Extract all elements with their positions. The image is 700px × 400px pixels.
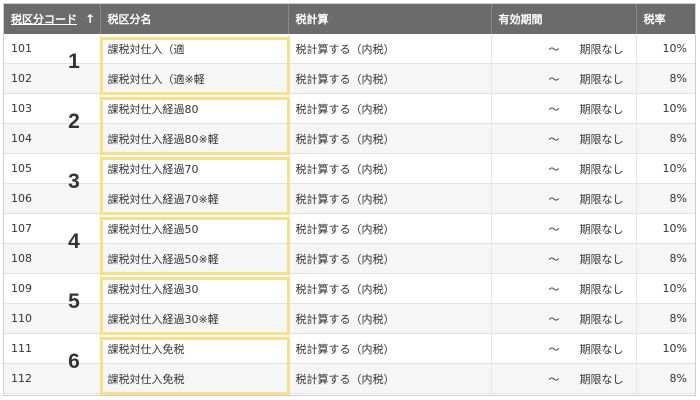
group-number-label: 4 xyxy=(68,230,80,253)
cell-tax-calc: 税計算する（内税） xyxy=(288,63,492,94)
period-end: 期限なし xyxy=(579,372,624,386)
cell-valid-period: ～ 期限なし xyxy=(491,243,637,274)
cell-tax-rate: 10% xyxy=(636,333,695,364)
cell-valid-period: ～ 期限なし xyxy=(491,363,637,394)
cell-valid-period: ～ 期限なし xyxy=(491,153,637,184)
cell-tax-rate: 8% xyxy=(636,63,695,94)
column-header-valid-period[interactable]: 有効期間 xyxy=(491,4,637,34)
cell-tax-name: 課税対仕入経過50※軽 xyxy=(100,243,289,274)
arrow-up-icon: ↑ xyxy=(85,12,96,26)
period-separator: ～ xyxy=(548,222,560,236)
cell-tax-calc: 税計算する（内税） xyxy=(288,213,492,244)
cell-tax-rate: 10% xyxy=(636,34,695,64)
table-row[interactable]: 110 課税対仕入経過30※軽 税計算する（内税）～期限なし 8% xyxy=(4,303,695,334)
cell-tax-name: 課税対仕入経過80※軽 xyxy=(100,123,289,154)
period-separator: ～ xyxy=(548,102,560,116)
cell-tax-rate: 8% xyxy=(636,183,695,214)
cell-valid-period: ～ 期限なし xyxy=(491,34,637,64)
period-end: 期限なし xyxy=(579,342,624,356)
cell-tax-name: 課税対仕入経過80 xyxy=(100,93,289,124)
period-separator: ～ xyxy=(548,312,560,326)
cell-tax-name: 課税対仕入経過70※軽 xyxy=(100,183,289,214)
period-separator: ～ xyxy=(548,42,560,56)
cell-tax-name: 課税対仕入経過30※軽 xyxy=(100,303,289,334)
period-end: 期限なし xyxy=(579,132,624,146)
cell-valid-period: ～ 期限なし xyxy=(491,63,637,94)
table-row[interactable]: 108 課税対仕入経過50※軽 税計算する（内税）～期限なし 8% xyxy=(4,243,695,274)
period-end: 期限なし xyxy=(579,102,624,116)
period-end: 期限なし xyxy=(579,162,624,176)
cell-tax-calc: 税計算する（内税） xyxy=(288,303,492,334)
cell-valid-period: ～ 期限なし xyxy=(491,303,637,334)
period-end: 期限なし xyxy=(579,192,624,206)
cell-valid-period: ～ 期限なし xyxy=(491,123,637,154)
cell-tax-rate: 10% xyxy=(636,213,695,244)
period-separator: ～ xyxy=(548,72,560,86)
table-row[interactable]: 107 課税対仕入経過50 税計算する（内税）～期限なし 10% xyxy=(4,213,695,244)
cell-tax-rate: 10% xyxy=(636,93,695,124)
cell-tax-calc: 税計算する（内税） xyxy=(288,153,492,184)
cell-tax-name: 課税対仕入経過70 xyxy=(100,153,289,184)
cell-tax-calc: 税計算する（内税） xyxy=(288,363,492,394)
table-row[interactable]: 106 課税対仕入経過70※軽 税計算する（内税）～期限なし 8% xyxy=(4,183,695,214)
table-row[interactable]: 104 課税対仕入経過80※軽 税計算する（内税）～期限なし 8% xyxy=(4,123,695,154)
period-end: 期限なし xyxy=(579,222,624,236)
cell-valid-period: ～ 期限なし xyxy=(491,183,637,214)
cell-valid-period: ～ 期限なし xyxy=(491,333,637,364)
table-row[interactable]: 112 課税対仕入免税 税計算する（内税）～期限なし 8% xyxy=(4,363,695,394)
period-end: 期限なし xyxy=(579,282,624,296)
table-row[interactable]: 101 課税対仕入（適 税計算する（内税）～期限なし 10% xyxy=(4,34,695,64)
cell-tax-calc: 税計算する（内税） xyxy=(288,34,492,64)
period-end: 期限なし xyxy=(579,72,624,86)
table-row[interactable]: 109 課税対仕入経過30 税計算する（内税）～期限なし 10% xyxy=(4,273,695,304)
column-header-label: 税区分コード xyxy=(11,13,77,26)
period-separator: ～ xyxy=(548,252,560,266)
cell-tax-name: 課税対仕入免税 xyxy=(100,333,289,364)
cell-tax-calc: 税計算する（内税） xyxy=(288,273,492,304)
cell-tax-rate: 8% xyxy=(636,123,695,154)
table-row[interactable]: 111 課税対仕入免税 税計算する（内税）～期限なし 10% xyxy=(4,333,695,364)
cell-tax-calc: 税計算する（内税） xyxy=(288,243,492,274)
group-number-label: 2 xyxy=(68,110,80,133)
cell-valid-period: ～ 期限なし xyxy=(491,273,637,304)
cell-tax-rate: 8% xyxy=(636,303,695,334)
table-row[interactable]: 105 課税対仕入経過70 税計算する（内税）～期限なし 10% xyxy=(4,153,695,184)
group-number-label: 6 xyxy=(68,350,80,373)
table-header-row: 税区分コード ↑ 税区分名 税計算 有効期間 税率 xyxy=(4,4,695,34)
table-row[interactable]: 102 課税対仕入（適※軽 税計算する（内税）～期限なし 8% xyxy=(4,63,695,94)
cell-tax-rate: 8% xyxy=(636,363,695,394)
cell-tax-name: 課税対仕入免税 xyxy=(100,363,289,394)
cell-tax-rate: 10% xyxy=(636,273,695,304)
cell-tax-rate: 10% xyxy=(636,153,695,184)
group-number-label: 5 xyxy=(68,290,80,313)
group-number-label: 1 xyxy=(68,50,80,73)
period-separator: ～ xyxy=(548,282,560,296)
period-separator: ～ xyxy=(548,192,560,206)
cell-valid-period: ～ 期限なし xyxy=(491,93,637,124)
period-separator: ～ xyxy=(548,162,560,176)
period-separator: ～ xyxy=(548,372,560,386)
period-end: 期限なし xyxy=(579,42,624,56)
cell-tax-rate: 8% xyxy=(636,243,695,274)
cell-valid-period: ～ 期限なし xyxy=(491,213,637,244)
cell-tax-name: 課税対仕入経過50 xyxy=(100,213,289,244)
cell-tax-calc: 税計算する（内税） xyxy=(288,123,492,154)
cell-tax-calc: 税計算する（内税） xyxy=(288,333,492,364)
tax-category-table: 税区分コード ↑ 税区分名 税計算 有効期間 税率 101 課税対仕入（適 税計算する… xyxy=(4,4,695,394)
cell-tax-name: 課税対仕入（適※軽 xyxy=(100,63,289,94)
cell-tax-calc: 税計算する（内税） xyxy=(288,183,492,214)
period-separator: ～ xyxy=(548,342,560,356)
cell-tax-calc: 税計算する（内税） xyxy=(288,93,492,124)
column-header-tax-code[interactable]: 税区分コード ↑ xyxy=(4,4,101,34)
cell-tax-name: 課税対仕入経過30 xyxy=(100,273,289,304)
period-separator: ～ xyxy=(548,132,560,146)
cell-tax-name: 課税対仕入（適 xyxy=(100,34,289,64)
period-end: 期限なし xyxy=(579,252,624,266)
table-row[interactable]: 103 課税対仕入経過80 税計算する（内税）～期限なし 10% xyxy=(4,93,695,124)
period-end: 期限なし xyxy=(579,312,624,326)
column-header-tax-calc[interactable]: 税計算 xyxy=(288,4,492,34)
column-header-tax-name[interactable]: 税区分名 xyxy=(100,4,289,34)
group-number-label: 3 xyxy=(68,170,80,193)
column-header-tax-rate[interactable]: 税率 xyxy=(636,4,695,34)
